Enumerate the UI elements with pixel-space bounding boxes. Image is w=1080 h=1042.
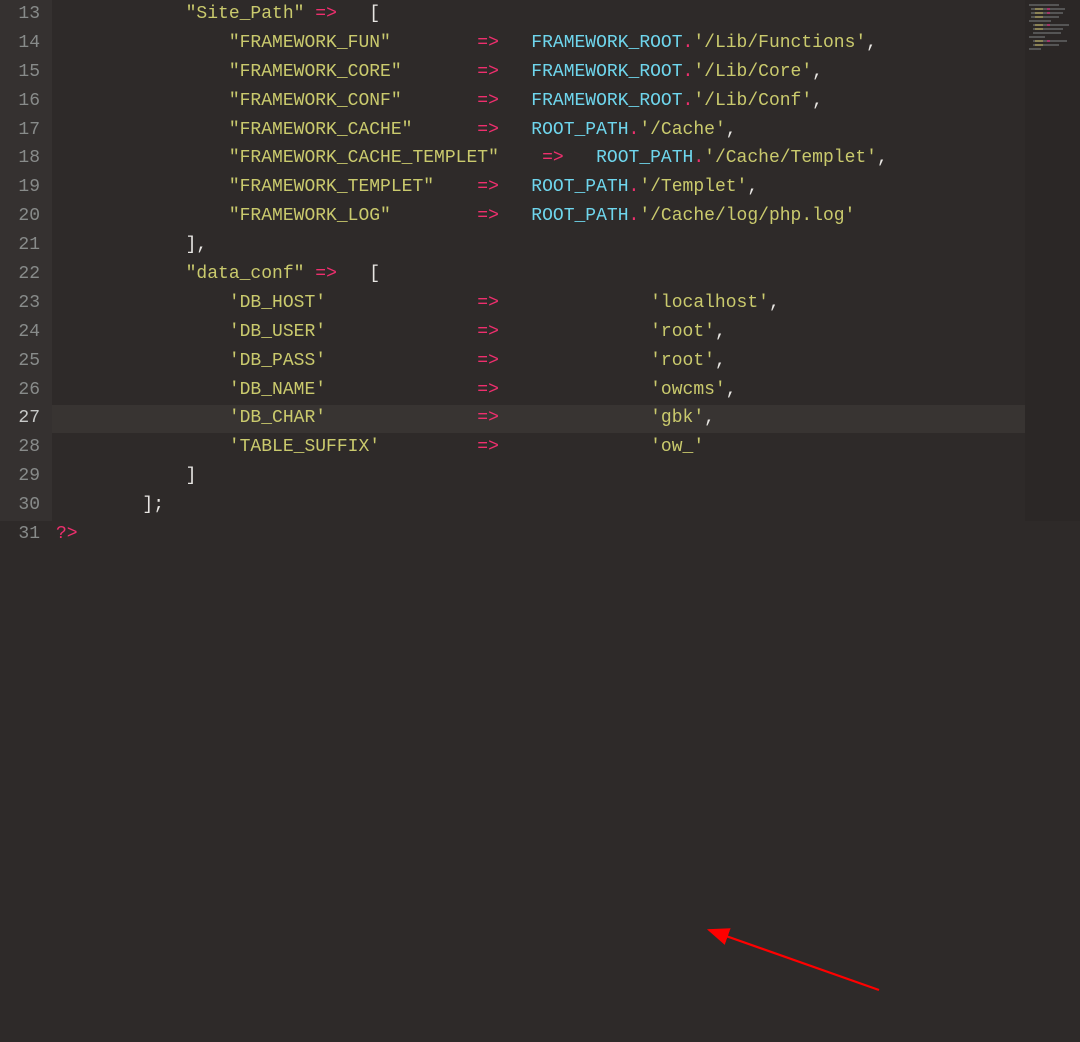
line-number: 26 — [0, 376, 40, 405]
line-number: 19 — [0, 173, 40, 202]
line-number: 13 — [0, 0, 40, 29]
code-line[interactable]: ?> — [56, 520, 1080, 549]
code-line[interactable]: "FRAMEWORK_CORE" => FRAMEWORK_ROOT.'/Lib… — [56, 58, 1080, 87]
code-line[interactable]: 'DB_HOST' => 'localhost', — [56, 289, 1080, 318]
code-line[interactable]: 'DB_CHAR' => 'gbk', — [56, 404, 1080, 433]
code-line[interactable]: "Site_Path" => [ — [56, 0, 1080, 29]
line-number: 30 — [0, 491, 40, 520]
line-number: 20 — [0, 202, 40, 231]
code-line[interactable]: 'DB_PASS' => 'root', — [56, 347, 1080, 376]
line-number: 28 — [0, 433, 40, 462]
line-number: 25 — [0, 347, 40, 376]
code-line[interactable]: "FRAMEWORK_TEMPLET" => ROOT_PATH.'/Templ… — [56, 173, 1080, 202]
line-number: 18 — [0, 144, 40, 173]
code-line[interactable]: "data_conf" => [ — [56, 260, 1080, 289]
annotation-arrow-icon — [0, 521, 1080, 1042]
code-editor[interactable]: 13141516171819202122232425262728293031 "… — [0, 0, 1080, 521]
code-line[interactable]: "FRAMEWORK_CONF" => FRAMEWORK_ROOT.'/Lib… — [56, 87, 1080, 116]
code-area[interactable]: "Site_Path" => [ "FRAMEWORK_FUN" => FRAM… — [52, 0, 1080, 521]
code-line[interactable]: ]; — [56, 491, 1080, 520]
line-number: 23 — [0, 289, 40, 318]
line-number: 31 — [0, 520, 40, 549]
line-number: 14 — [0, 29, 40, 58]
code-line[interactable]: "FRAMEWORK_LOG" => ROOT_PATH.'/Cache/log… — [56, 202, 1080, 231]
line-gutter: 13141516171819202122232425262728293031 — [0, 0, 52, 521]
line-number: 27 — [0, 404, 40, 433]
line-number: 17 — [0, 116, 40, 145]
line-number: 24 — [0, 318, 40, 347]
line-number: 16 — [0, 87, 40, 116]
code-line[interactable]: "FRAMEWORK_CACHE_TEMPLET" => ROOT_PATH.'… — [56, 144, 1080, 173]
code-line[interactable]: "FRAMEWORK_CACHE" => ROOT_PATH.'/Cache', — [56, 116, 1080, 145]
code-line[interactable]: ] — [56, 462, 1080, 491]
code-line[interactable]: ], — [56, 231, 1080, 260]
line-number: 21 — [0, 231, 40, 260]
code-line[interactable]: 'TABLE_SUFFIX' => 'ow_' — [56, 433, 1080, 462]
line-number: 29 — [0, 462, 40, 491]
code-line[interactable]: "FRAMEWORK_FUN" => FRAMEWORK_ROOT.'/Lib/… — [56, 29, 1080, 58]
code-line[interactable]: 'DB_USER' => 'root', — [56, 318, 1080, 347]
code-line[interactable]: 'DB_NAME' => 'owcms', — [56, 376, 1080, 405]
line-number: 15 — [0, 58, 40, 87]
line-number: 22 — [0, 260, 40, 289]
